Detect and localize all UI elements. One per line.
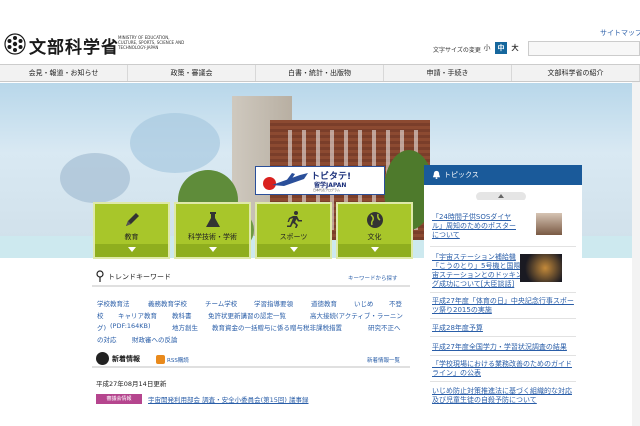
keyword-link[interactable]: 道徳教育: [311, 298, 337, 308]
logo-english: MINISTRY OF EDUCATION, CULTURE, SPORTS, …: [118, 35, 185, 50]
category-badge: 審議会情報: [96, 394, 142, 404]
topic-item[interactable]: 「24時間子供SOSダイヤ ル」周知のためのポスター について: [432, 213, 516, 240]
keyword-link[interactable]: 免許状更新講習の認定一覧: [208, 310, 286, 320]
map-pin-icon: [96, 270, 104, 282]
scrollbar[interactable]: [632, 82, 640, 426]
nav-item-applications[interactable]: 申請・手続き: [384, 65, 512, 81]
header: 文部科学省 MINISTRY OF EDUCATION, CULTURE, SP…: [0, 0, 640, 64]
topic-item[interactable]: いじめ防止対策推進法に基づく組織的な対応 及び児童生徒の自殺予防について: [432, 387, 572, 405]
topic-item[interactable]: 平成28年度予算: [432, 324, 483, 333]
page: { "header": { "logo_ja": "文部科学省", "logo_…: [0, 0, 640, 426]
keyword-search-link[interactable]: キーワードから探す: [348, 274, 398, 282]
keyword-link[interactable]: 学校教育法: [97, 298, 130, 308]
logo-japanese[interactable]: 文部科学省: [29, 33, 119, 58]
airplane-icon: [272, 173, 308, 186]
topic-thumbnail-poster[interactable]: [536, 213, 562, 235]
nav-item-about[interactable]: 文部科学省の紹介: [512, 65, 640, 81]
trend-title: トレンドキーワード: [108, 273, 171, 281]
rss-icon[interactable]: [156, 355, 165, 364]
nav-item-press[interactable]: 会見・報道・お知らせ: [0, 65, 128, 81]
globe-icon: [367, 212, 383, 228]
keyword-link[interactable]: (PDF:164KB): [110, 322, 151, 330]
keyword-link[interactable]: の対応: [97, 334, 117, 344]
chevron-down-icon: [371, 247, 379, 252]
banner-caption: 日本代表プログラム: [313, 188, 340, 192]
search-input[interactable]: [528, 41, 640, 56]
keyword-link[interactable]: 校: [97, 310, 104, 320]
news-date: 平成27年08月14日更新: [96, 380, 167, 388]
rss-link[interactable]: RSS購読: [167, 356, 189, 364]
keyword-link[interactable]: キャリア教育: [118, 310, 157, 320]
news-title: 新着情報: [112, 355, 140, 363]
keyword-link[interactable]: 不登: [389, 298, 402, 308]
keyword-link[interactable]: いじめ: [354, 298, 374, 308]
pencil-icon: [126, 213, 139, 226]
topic-item[interactable]: 平成27年度「体育の日」中央記念行事スポー ツ祭り2015の実施: [432, 297, 574, 315]
tile-label: 教育: [124, 233, 139, 241]
keyword-link[interactable]: 財政審への反論: [132, 334, 178, 344]
topics-header: トピックス: [424, 165, 582, 185]
font-size-large-button[interactable]: 大: [509, 42, 521, 54]
topic-item[interactable]: 「宇宙ステーション補給機 「こうのとり」5号機と国際宇 宙ステーションとのドッキ…: [432, 253, 527, 289]
news-section: 新着情報 RSS購読 新着情報一覧 平成27年08月14日更新 審議会情報 宇宙…: [92, 350, 410, 426]
tile-culture[interactable]: 文化: [336, 202, 413, 259]
news-item-link[interactable]: 宇宙開発利用部会 調査・安全小委員会(第15回) 議事録: [148, 394, 308, 404]
keyword-link[interactable]: グ): [97, 322, 106, 332]
tile-science[interactable]: 科学技術・学術: [174, 202, 251, 259]
news-list-link[interactable]: 新着情報一覧: [367, 356, 400, 364]
trend-keywords: トレンドキーワード キーワードから探す 学校教育法 義務教育学校 チーム学校 学…: [92, 267, 410, 345]
tile-label: 文化: [367, 233, 382, 241]
global-nav: 会見・報道・お知らせ 政策・審議会 白書・統計・出版物 申請・手続き 文部科学省…: [0, 64, 640, 82]
sitemap-link[interactable]: サイトマップ: [600, 28, 640, 38]
topic-item[interactable]: 平成27年度全国学力・学習状況調査の結果: [432, 343, 567, 352]
font-size-medium-button[interactable]: 中: [495, 42, 507, 54]
bell-icon: [432, 170, 441, 179]
keyword-link[interactable]: チーム学校: [205, 298, 237, 308]
nav-item-policy[interactable]: 政策・審議会: [128, 65, 256, 81]
chevron-down-icon: [209, 247, 217, 252]
font-size-label: 文字サイズの変更: [433, 47, 481, 54]
chevron-down-icon: [290, 247, 298, 252]
topic-item[interactable]: 「学校現場における業務改善のためのガイド ライン」の公表: [432, 360, 572, 378]
keyword-link[interactable]: 地方創生: [172, 322, 198, 332]
tile-label: 科学技術・学術: [188, 233, 237, 241]
keyword-link[interactable]: 研究不正へ: [368, 322, 401, 332]
topics-title: トピックス: [444, 171, 479, 179]
font-size-small-button[interactable]: 小: [481, 42, 493, 54]
keyword-link[interactable]: 教育資金の一括贈与に係る贈与税非課税措置: [212, 322, 342, 332]
tile-label: スポーツ: [279, 233, 308, 241]
runner-icon: [287, 211, 302, 228]
tobitate-banner[interactable]: トビタテ! 留学JAPAN 日本代表プログラム: [255, 166, 385, 195]
keyword-link[interactable]: 学習指導要領: [254, 298, 293, 308]
flask-icon: [206, 212, 220, 227]
nav-item-white-papers[interactable]: 白書・統計・出版物: [256, 65, 384, 81]
keyword-link[interactable]: 高大接続(アクティブ・ラーニン: [310, 310, 403, 320]
mext-logo-icon[interactable]: [4, 33, 26, 55]
tile-sports[interactable]: スポーツ: [255, 202, 332, 259]
speech-bubble-icon: [96, 352, 109, 365]
topic-thumbnail-space[interactable]: [520, 254, 562, 282]
keyword-link[interactable]: 義務教育学校: [148, 298, 187, 308]
keyword-link[interactable]: 教科書: [172, 310, 192, 320]
chevron-down-icon: [128, 247, 136, 252]
tile-education[interactable]: 教育: [93, 202, 170, 259]
